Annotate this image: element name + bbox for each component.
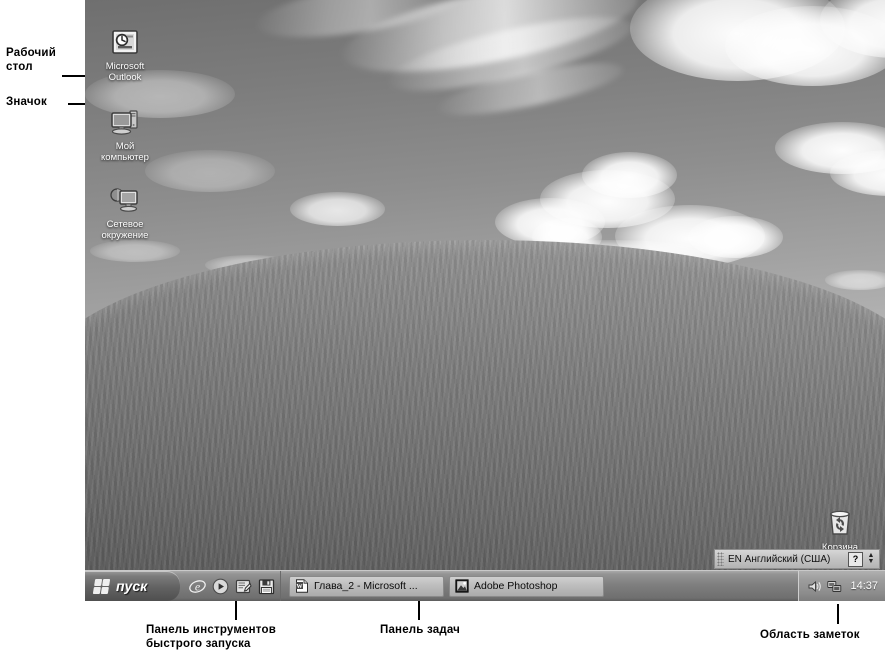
outlook-icon (109, 15, 141, 54)
task-button-label: Глава_2 - Microsoft ... (314, 580, 418, 592)
desktop-screenshot: Microsoft Outlook Мой компьютер Сетевое … (85, 0, 885, 601)
network-connection-icon[interactable] (827, 579, 842, 594)
desktop-icon-microsoft-outlook[interactable]: Microsoft Outlook (88, 4, 162, 83)
volume-icon[interactable] (807, 579, 822, 594)
taskbar-clock[interactable]: 14:37 (850, 580, 878, 592)
language-bar-grip[interactable] (717, 552, 724, 566)
desktop-icon-label: Microsoft Outlook (105, 61, 145, 83)
language-bar-label: EN Английский (США) (728, 553, 831, 565)
svg-text:W: W (296, 583, 303, 590)
start-button-label: пуск (116, 578, 148, 594)
callout-taskbar: Панель задач (380, 624, 461, 636)
photoshop-icon (455, 579, 469, 593)
desktop-icon-my-computer[interactable]: Мой компьютер (88, 84, 162, 163)
wallpaper-hill (85, 240, 885, 601)
help-icon[interactable]: ? (848, 551, 863, 567)
internet-explorer-icon[interactable]: e (189, 578, 206, 595)
desktop-icon-recycle-bin[interactable]: Корзина (803, 485, 877, 553)
task-button-area: W Глава_2 - Microsoft ... Adobe Photosho… (281, 571, 798, 601)
chevron-updown-icon[interactable]: ▲ ▼ (866, 552, 876, 565)
callout-quick-launch: Панель инструментов быстрого запуска (146, 624, 276, 650)
network-icon (109, 173, 141, 212)
computer-icon (109, 95, 141, 135)
notification-area: 14:37 (798, 571, 885, 601)
task-button-label: Adobe Photoshop (474, 580, 558, 592)
callout-notification-area: Область заметок (760, 629, 860, 641)
desktop-icon-label: Мой компьютер (101, 141, 149, 163)
leader-line-notification-area (837, 604, 839, 624)
callout-desktop: Рабочий стол (6, 47, 56, 73)
save-floppy-icon[interactable] (258, 578, 275, 595)
recycle-bin-icon (824, 496, 856, 535)
svg-text:e: e (195, 579, 201, 593)
word-document-icon: W (295, 579, 309, 593)
language-bar[interactable]: EN Английский (США) ? ▲ ▼ (714, 549, 880, 569)
callout-icon: Значок (6, 96, 47, 108)
outlook-express-icon[interactable] (235, 578, 252, 595)
task-button-word[interactable]: W Глава_2 - Microsoft ... (289, 575, 444, 597)
leader-line-quick-launch (235, 600, 237, 620)
desktop-icon-label: Сетевое окружение (101, 219, 149, 241)
windows-flag-icon (92, 578, 111, 594)
desktop-wallpaper (85, 0, 885, 601)
task-button-photoshop[interactable]: Adobe Photoshop (449, 575, 604, 597)
media-player-icon[interactable] (212, 578, 229, 595)
desktop-icon-network-places[interactable]: Сетевое окружение (88, 162, 162, 241)
quick-launch-toolbar: e (180, 571, 281, 601)
taskbar: пуск e W Глава_2 - Microsoft ... Adobe P… (85, 570, 885, 601)
leader-line-taskbar (418, 600, 420, 620)
start-button[interactable]: пуск (85, 571, 180, 601)
